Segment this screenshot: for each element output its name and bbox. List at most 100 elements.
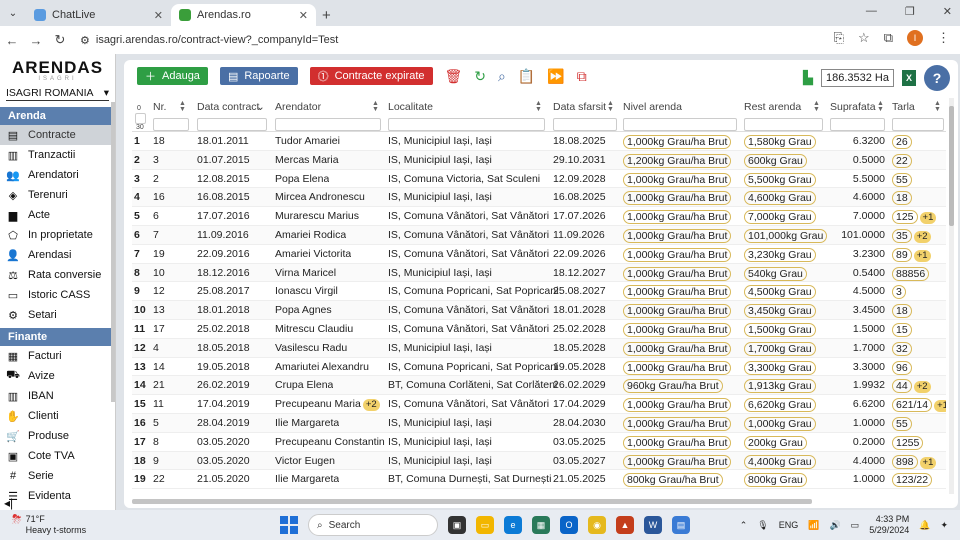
app-icon[interactable]: ▤ — [672, 516, 690, 534]
site-info-icon[interactable]: ⚙ — [80, 34, 90, 47]
sort-icon[interactable]: ▲ ▼ — [179, 100, 186, 113]
table-row[interactable]: 12 4 18.05.2018 Vasilescu Radu IS, Municipiu… — [132, 338, 946, 358]
more-badge[interactable]: +2 — [362, 399, 380, 412]
filter-data-contract[interactable] — [197, 118, 267, 131]
table-row[interactable]: 16 5 28.04.2019 Ilie Margareta IS, Municipiu… — [132, 413, 946, 433]
filter-suprafata[interactable] — [830, 118, 885, 131]
sort-icon[interactable]: ▲ ▼ — [877, 100, 884, 113]
close-tab-icon[interactable]: ✕ — [299, 9, 308, 22]
sidebar-item-serie[interactable]: # Serie — [0, 466, 115, 486]
table-row[interactable]: 10 13 18.01.2018 Popa Agnes IS, Comuna Vânăt… — [132, 301, 946, 320]
forward-icon[interactable]: → — [24, 33, 48, 48]
sort-icon[interactable]: ▲ ▼ — [813, 100, 820, 113]
more-badge[interactable]: +1 — [913, 249, 931, 262]
sidebar-item-evidenta[interactable]: ☰ Evidenta — [0, 486, 115, 506]
section-arenda[interactable]: Arenda — [0, 107, 115, 125]
col-header-nr[interactable]: Nr. — [153, 101, 166, 113]
table-row[interactable]: 9 12 25.08.2017 Ionascu Virgil IS, Comuna Po… — [132, 282, 946, 302]
outlook-icon[interactable]: O — [560, 516, 578, 534]
table-row[interactable]: 17 8 03.05.2020 Precupeanu Constantin IS, Mu… — [132, 433, 946, 452]
microphone-icon[interactable]: 🎙 — [757, 520, 768, 531]
table-row[interactable]: 1 18 18.01.2011 Tudor Amariei IS, Municipiul… — [132, 132, 946, 151]
sidebar-item-in-proprietate[interactable]: ⬠ In proprietate — [0, 225, 115, 245]
col-header-tarla[interactable]: Tarla — [892, 101, 915, 113]
filter-tarla[interactable] — [892, 118, 944, 131]
store-icon[interactable]: ▦ — [532, 516, 550, 534]
wifi-icon[interactable]: 📶 — [808, 520, 819, 531]
reports-button[interactable]: ▤ Rapoarte — [219, 67, 298, 85]
more-badge[interactable]: +2 — [913, 381, 931, 394]
filter-nr[interactable] — [153, 118, 189, 131]
task-view-icon[interactable]: ▣ — [448, 516, 466, 534]
browser-tab-chatlive[interactable]: ChatLive ✕ — [26, 4, 171, 26]
excel-export-icon[interactable]: X — [902, 70, 916, 86]
clock[interactable]: 4:33 PM 5/29/2024 — [869, 514, 909, 536]
table-row[interactable]: 2 3 01.07.2015 Mercas Maria IS, Municipiul I… — [132, 150, 946, 170]
col-header-data-sfarsit[interactable]: Data sfarsit — [553, 101, 606, 113]
restore-icon[interactable]: ❐ — [905, 5, 915, 18]
more-badge[interactable]: +1 — [919, 212, 937, 225]
app-icon[interactable]: ▲ — [616, 516, 634, 534]
chrome-icon[interactable]: ◉ — [588, 516, 606, 534]
back-icon[interactable]: ← — [0, 33, 24, 48]
install-app-icon[interactable]: ⎘ — [834, 30, 844, 46]
bookmark-star-icon[interactable]: ☆ — [858, 30, 870, 46]
sort-icon[interactable]: ▲ ▼ — [535, 100, 542, 113]
table-row[interactable]: 15 11 17.04.2019 Precupeanu Maria +2 IS, Comu… — [132, 395, 946, 414]
table-row[interactable]: 5 6 17.07.2016 Murarescu Marius IS, Comuna V… — [132, 207, 946, 226]
help-button[interactable]: ? — [924, 65, 950, 91]
sort-icon[interactable]: ▲ ▼ — [934, 100, 941, 113]
delete-icon[interactable]: 🗑 — [445, 68, 463, 85]
sort-icon[interactable]: ▲ ▼ — [607, 100, 614, 113]
profile-avatar[interactable]: I — [907, 30, 923, 46]
table-horizontal-scrollbar[interactable] — [132, 499, 812, 504]
sidebar-item-acte[interactable]: ▆ Acte — [0, 205, 115, 225]
col-header-nivel-arenda[interactable]: Nivel arenda — [623, 101, 682, 113]
table-row[interactable]: 4 16 16.08.2015 Mircea Andronescu IS, Munici… — [132, 188, 946, 208]
volume-icon[interactable]: 🔊 — [829, 520, 840, 531]
fast-forward-icon[interactable]: ⏩ — [547, 68, 564, 85]
extensions-icon[interactable]: ⧉ — [884, 30, 893, 46]
collapse-sidebar-icon[interactable]: ◂| — [4, 496, 13, 510]
copy-icon[interactable]: ⧉ — [577, 68, 587, 85]
sort-icon[interactable]: ▲ ▼ — [372, 100, 379, 113]
table-row[interactable]: 14 21 26.02.2019 Crupa Elena BT, Comuna Corl… — [132, 376, 946, 396]
col-header-arendator[interactable]: Arendator — [275, 101, 321, 113]
table-row[interactable]: 8 10 18.12.2016 Virna Maricel IS, Municipiul… — [132, 263, 946, 283]
scroll-thumb[interactable] — [949, 106, 954, 226]
windows-start-icon[interactable] — [280, 516, 298, 534]
app-logo[interactable]: ARENDAS ISAGRI — [0, 54, 115, 82]
url-field[interactable]: ⚙ isagri.arendas.ro/contract-view?_compa… — [80, 34, 338, 47]
browser-menu-icon[interactable]: ⋮ — [937, 30, 950, 46]
clipboard-icon[interactable]: 📋 — [518, 68, 535, 85]
sidebar-item-cote-tva[interactable]: ▣ Cote TVA — [0, 446, 115, 466]
table-row[interactable]: 6 7 11.09.2016 Amariei Rodica IS, Comuna Vân… — [132, 225, 946, 245]
sidebar-scrollbar[interactable] — [111, 102, 115, 402]
word-icon[interactable]: W — [644, 516, 662, 534]
add-button[interactable]: ＋ Adauga — [137, 67, 208, 85]
sort-desc-icon[interactable]: ⌄ — [256, 101, 265, 113]
table-vertical-scrollbar[interactable] — [949, 98, 954, 494]
select-all-checkbox[interactable] — [135, 113, 146, 124]
sidebar-item-avize[interactable]: ⛟ Avize — [0, 366, 115, 386]
filter-nivel-arenda[interactable] — [623, 118, 737, 131]
col-header-data-contract[interactable]: Data contract — [197, 101, 259, 113]
sidebar-item-tranzactii[interactable]: ▥ Tranzactii — [0, 145, 115, 165]
file-explorer-icon[interactable]: ▭ — [476, 516, 494, 534]
close-tab-icon[interactable]: ✕ — [154, 9, 163, 22]
battery-icon[interactable]: ▭ — [851, 520, 860, 531]
sidebar-item-terenuri[interactable]: ◈ Terenuri — [0, 185, 115, 205]
table-row[interactable]: 11 17 25.02.2018 Mitrescu Claudiu IS, Comuna… — [132, 320, 946, 339]
table-row[interactable]: 18 9 03.05.2020 Victor Eugen IS, Municipiul … — [132, 451, 946, 471]
close-window-icon[interactable]: ✕ — [943, 5, 952, 18]
copilot-icon[interactable]: ✦ — [940, 520, 948, 531]
filter-arendator[interactable] — [275, 118, 381, 131]
table-row[interactable]: 13 14 19.05.2018 Amariutei Alexandru IS, Com… — [132, 358, 946, 377]
table-row[interactable]: 19 22 21.05.2020 Ilie Margareta BT, Comuna D… — [132, 470, 946, 490]
expired-contracts-button[interactable]: ⓵ Contracte expirate — [309, 67, 433, 85]
col-header-rest-arenda[interactable]: Rest arenda — [744, 101, 801, 113]
col-header-localitate[interactable]: Localitate — [388, 101, 433, 113]
filter-localitate[interactable] — [388, 118, 545, 131]
sidebar-item-setari[interactable]: ⚙ Setari — [0, 305, 115, 325]
sidebar-item-rata-conversie[interactable]: ⚖ Rata conversie — [0, 265, 115, 285]
